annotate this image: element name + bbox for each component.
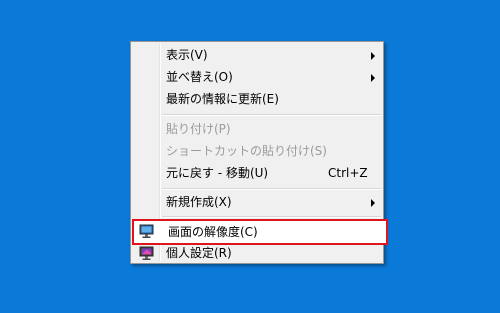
menu-item-new[interactable]: 新規作成(X) [133, 192, 381, 213]
submenu-arrow-icon [371, 74, 375, 82]
keyboard-shortcut-label: Ctrl+Z [328, 166, 368, 180]
menu-item-label: 画面の解像度(C) [168, 225, 258, 239]
menu-item-undo-move[interactable]: 元に戻す - 移動(U) Ctrl+Z [133, 163, 381, 184]
menu-separator [162, 114, 381, 116]
submenu-arrow-icon [371, 199, 375, 207]
menu-item-label: 元に戻す - 移動(U) [166, 166, 269, 180]
menu-item-label: 最新の情報に更新(E) [166, 92, 279, 106]
menu-item-view[interactable]: 表示(V) [133, 45, 381, 66]
menu-item-screen-resolution[interactable]: 画面の解像度(C) [132, 219, 388, 245]
menu-item-label: 表示(V) [166, 48, 208, 62]
menu-item-label: 貼り付け(P) [166, 122, 231, 136]
menu-item-paste[interactable]: 貼り付け(P) [133, 119, 381, 140]
menu-separator [162, 216, 381, 218]
personalize-icon [139, 246, 155, 261]
menu-item-label: 並べ替え(O) [166, 70, 233, 84]
menu-item-label: ショートカットの貼り付け(S) [166, 144, 327, 158]
menu-item-sort-by[interactable]: 並べ替え(O) [133, 67, 381, 88]
menu-separator [162, 188, 381, 190]
menu-item-paste-shortcut[interactable]: ショートカットの貼り付け(S) [133, 141, 381, 162]
menu-item-label: 新規作成(X) [166, 195, 232, 209]
context-menu: 表示(V) 並べ替え(O) 最新の情報に更新(E) 貼り付け(P) ショートカッ… [130, 41, 388, 264]
submenu-arrow-icon [371, 52, 375, 60]
menu-item-refresh[interactable]: 最新の情報に更新(E) [133, 89, 381, 110]
menu-item-personalize[interactable]: 個人設定(R) [133, 243, 381, 264]
display-icon [139, 224, 155, 239]
menu-item-label: 個人設定(R) [166, 246, 232, 260]
